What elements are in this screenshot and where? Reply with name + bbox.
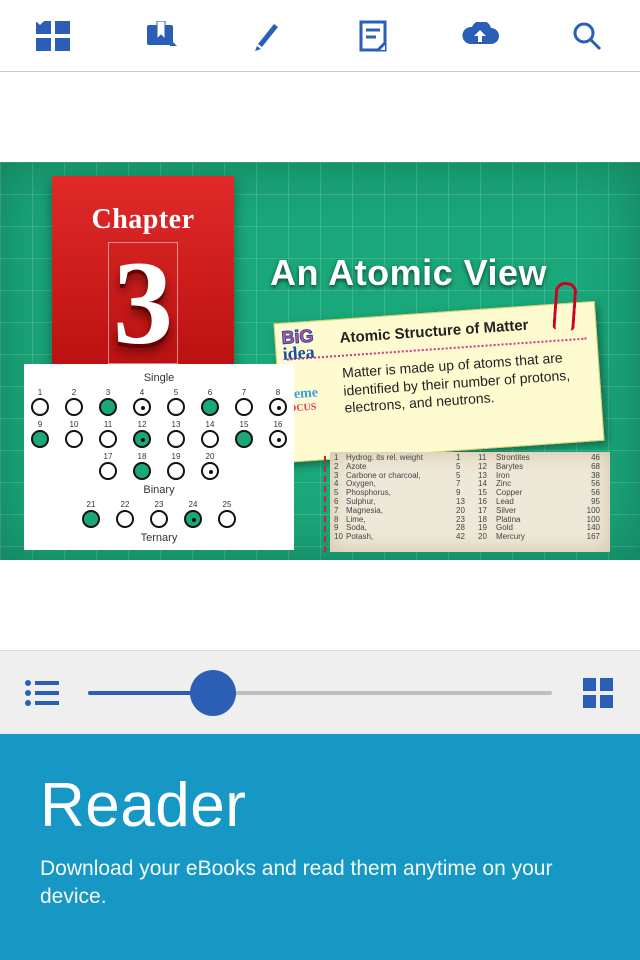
cloud-upload-button[interactable] [458,14,502,58]
chapter-number: 3 [113,243,173,363]
page-title: An Atomic View [270,252,547,294]
note-card: BiG idea Atomic Structure of Matter them… [274,301,605,463]
content-area: Chapter 3 An Atomic View BiG idea Atomic… [0,72,640,650]
element-table: 1Hydrog. its rel. weight111Strontites462… [330,452,610,552]
bottom-bar [0,650,640,734]
big-idea-badge: BiG idea [281,328,315,363]
paperclip-icon [552,281,577,330]
dalton-single-label: Single [28,372,290,384]
page-slider[interactable] [88,671,552,715]
menu-panels-button[interactable] [31,14,75,58]
promo-title: Reader [40,770,600,841]
note-icon [358,20,388,52]
note-button[interactable] [351,14,395,58]
toc-button[interactable] [20,671,64,715]
list-icon [25,680,59,706]
chapter-label: Chapter [52,204,234,236]
dalton-symbols: Single 1234567891011121314151617181920Bi… [24,364,294,550]
slider-thumb[interactable] [190,670,236,716]
top-toolbar [0,0,640,72]
search-button[interactable] [565,14,609,58]
bookmark-button[interactable] [138,14,182,58]
grid-icon [583,678,613,708]
ebook-page[interactable]: Chapter 3 An Atomic View BiG idea Atomic… [0,162,640,560]
highlight-button[interactable] [245,14,289,58]
pencil-icon [252,20,282,52]
theme-focus-text: Matter is made up of atoms that are iden… [342,348,591,418]
promo-subtitle: Download your eBooks and read them anyti… [40,855,600,912]
search-icon [571,20,603,52]
promo-banner: Reader Download your eBooks and read the… [0,734,640,960]
menu-panels-icon [36,21,70,51]
thumbnails-button[interactable] [576,671,620,715]
chapter-badge: Chapter 3 [52,176,234,382]
bookmark-ribbon-icon [143,21,177,51]
cloud-upload-icon [461,22,499,50]
